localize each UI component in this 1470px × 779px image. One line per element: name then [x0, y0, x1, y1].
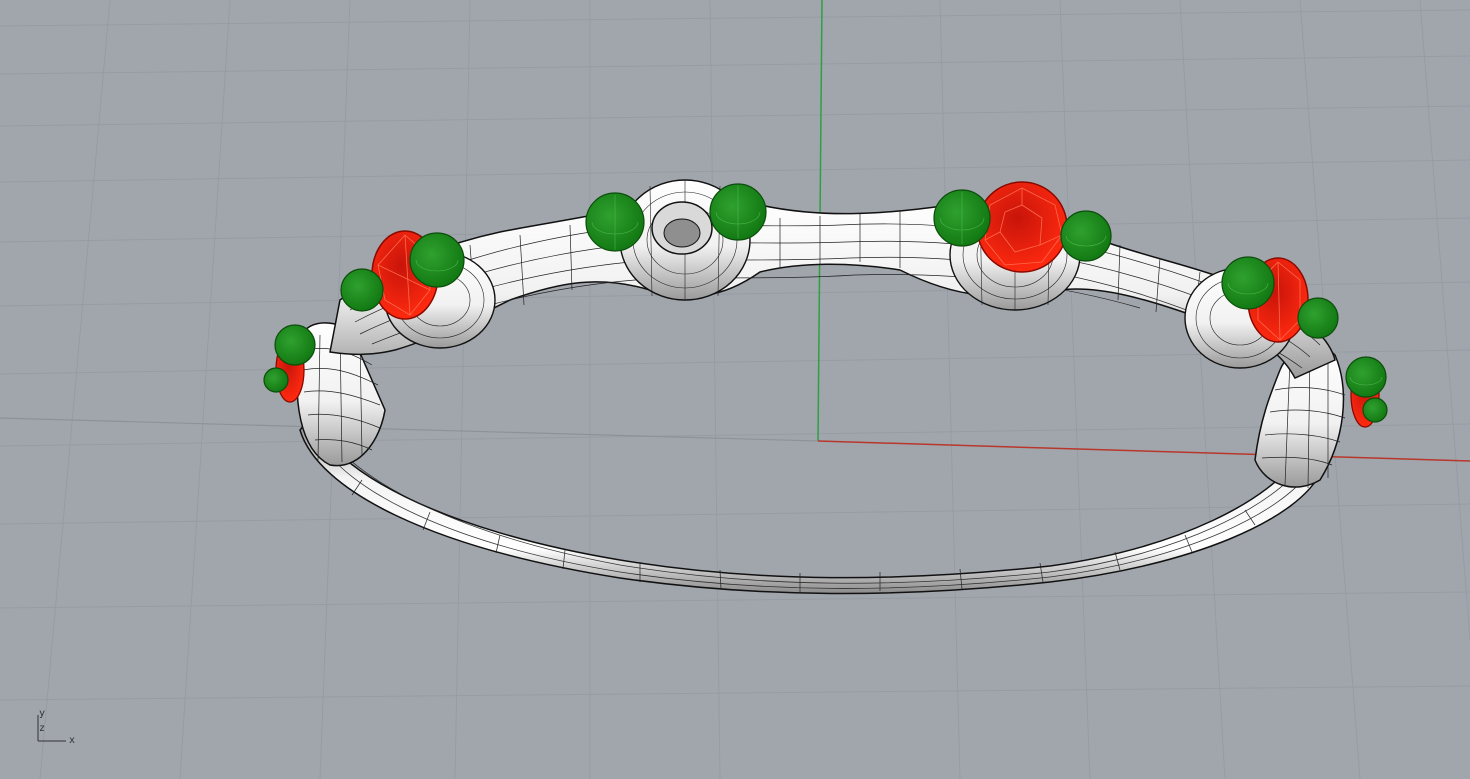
- construction-grid: [0, 0, 1470, 779]
- green-stone: [409, 232, 465, 288]
- green-stone: [1362, 397, 1388, 423]
- green-stone: [1060, 210, 1112, 262]
- axis-x-label: x: [69, 735, 76, 746]
- green-stone: [1345, 356, 1387, 398]
- green-stone: [274, 324, 316, 366]
- green-stone: [1221, 256, 1275, 310]
- perspective-viewport[interactable]: y z x: [0, 0, 1470, 779]
- axis-y-label: y: [39, 708, 46, 719]
- green-stone: [1297, 297, 1339, 339]
- green-stone: [340, 268, 384, 312]
- axis-z-label: z: [39, 723, 46, 734]
- viewport-canvas[interactable]: [0, 0, 1470, 779]
- green-stone: [263, 367, 289, 393]
- ruby-stone-1: [976, 181, 1068, 273]
- axis-orientation-widget: y z x: [30, 705, 90, 755]
